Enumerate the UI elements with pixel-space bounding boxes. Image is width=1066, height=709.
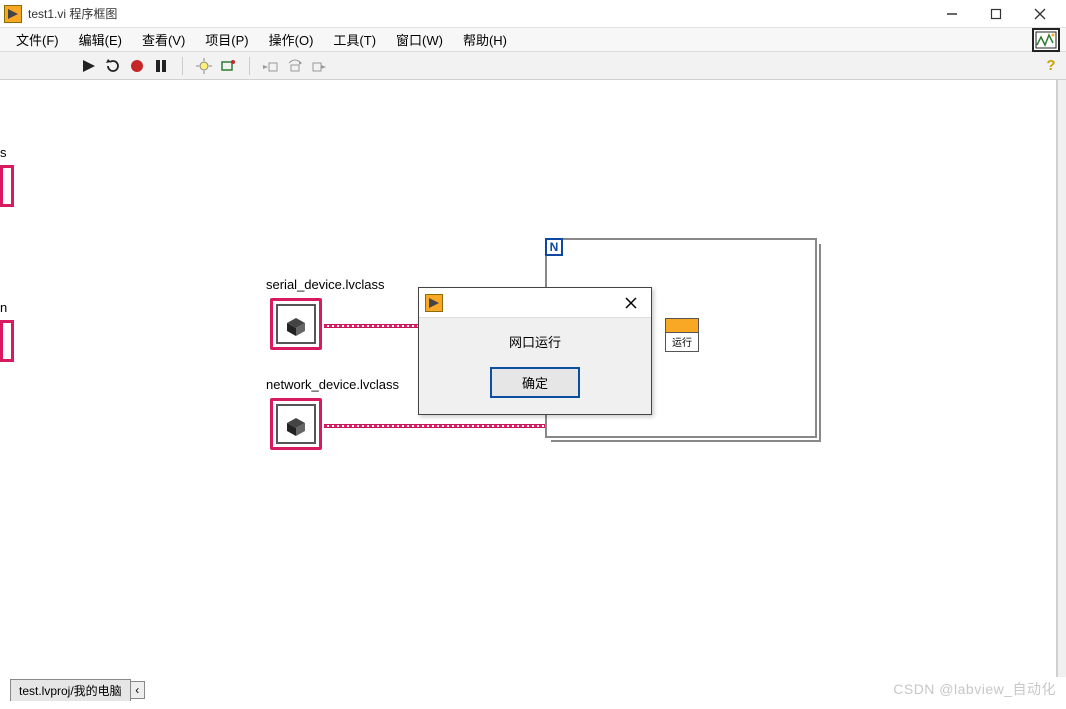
menu-view[interactable]: 查看(V) xyxy=(132,27,195,52)
breadcrumb-arrow[interactable]: ‹ xyxy=(131,681,145,699)
run-subvi-label: 运行 xyxy=(666,333,698,349)
cropped-label-n: n xyxy=(0,300,7,315)
menu-operate[interactable]: 操作(O) xyxy=(259,27,324,52)
cropped-label-s: s xyxy=(0,145,7,160)
window-title: test1.vi 程序框图 xyxy=(28,5,930,22)
dialog-app-icon xyxy=(425,294,443,312)
breadcrumb[interactable]: test.lvproj/我的电脑 xyxy=(10,679,131,701)
pause-icon[interactable] xyxy=(152,57,170,75)
vi-icon-connector[interactable] xyxy=(1032,28,1060,52)
retain-icon[interactable] xyxy=(219,57,237,75)
menu-edit[interactable]: 编辑(E) xyxy=(69,27,132,52)
dialog-ok-button[interactable]: 确定 xyxy=(490,367,580,398)
run-subvi-node[interactable]: 运行 xyxy=(665,318,699,352)
serial-class-label: serial_device.lvclass xyxy=(266,277,385,292)
serial-class-constant[interactable] xyxy=(270,298,322,350)
highlight-icon[interactable] xyxy=(195,57,213,75)
menu-window[interactable]: 窗口(W) xyxy=(386,27,453,52)
dialog-message: 网口运行 xyxy=(429,332,641,351)
cropped-node-1[interactable] xyxy=(0,165,14,207)
vscrollbar[interactable] xyxy=(1058,80,1066,677)
network-class-label: network_device.lvclass xyxy=(266,377,399,392)
run-cont-icon[interactable] xyxy=(104,57,122,75)
maximize-button[interactable] xyxy=(974,0,1018,28)
abort-icon[interactable] xyxy=(128,57,146,75)
menu-project[interactable]: 项目(P) xyxy=(195,27,258,52)
block-diagram-canvas[interactable]: s n serial_device.lvclass network_device… xyxy=(0,80,1058,677)
menu-file[interactable]: 文件(F) xyxy=(6,27,69,52)
step-into-icon[interactable] xyxy=(262,57,280,75)
toolbar: ? xyxy=(0,52,1066,80)
run-arrow-icon[interactable] xyxy=(80,57,98,75)
menu-help[interactable]: 帮助(H) xyxy=(453,27,517,52)
step-over-icon[interactable] xyxy=(286,57,304,75)
titlebar: test1.vi 程序框图 xyxy=(0,0,1066,28)
help-icon[interactable]: ? xyxy=(1042,57,1060,75)
watermark: CSDN @labview_自动化 xyxy=(893,679,1056,699)
network-class-constant[interactable] xyxy=(270,398,322,450)
menu-tools[interactable]: 工具(T) xyxy=(323,27,386,52)
labview-app-icon xyxy=(4,5,22,23)
step-out-icon[interactable] xyxy=(310,57,328,75)
minimize-button[interactable] xyxy=(930,0,974,28)
message-dialog: 网口运行 确定 xyxy=(418,287,652,415)
for-n-terminal[interactable]: N xyxy=(545,238,563,256)
menubar: 文件(F) 编辑(E) 查看(V) 项目(P) 操作(O) 工具(T) 窗口(W… xyxy=(0,28,1066,52)
cropped-node-2[interactable] xyxy=(0,320,14,362)
window-close-button[interactable] xyxy=(1018,0,1062,28)
dialog-close-button[interactable] xyxy=(617,291,645,315)
wire-network[interactable] xyxy=(324,424,549,428)
